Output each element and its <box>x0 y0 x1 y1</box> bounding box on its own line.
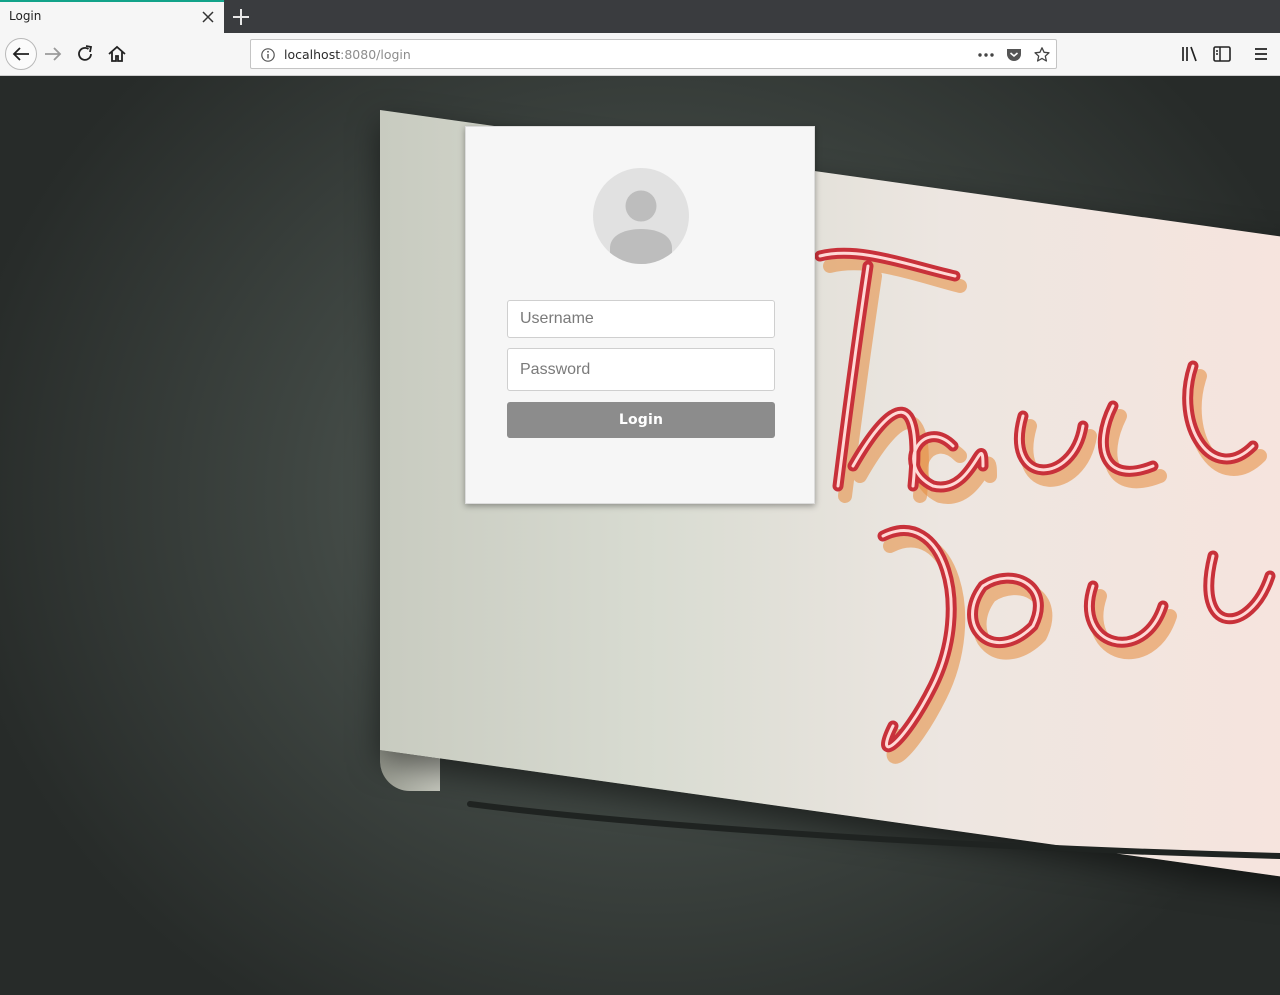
more-dots-icon[interactable] <box>976 47 996 63</box>
navigation-toolbar: localhost:8080/login <box>0 33 1280 76</box>
avatar <box>593 168 689 264</box>
reload-icon[interactable] <box>73 42 97 66</box>
tab-close-icon[interactable] <box>200 9 216 25</box>
login-button[interactable]: Login <box>507 402 775 438</box>
avatar-icon <box>610 190 672 264</box>
hamburger-menu-icon[interactable] <box>1249 42 1273 66</box>
pocket-icon[interactable] <box>1005 46 1023 64</box>
info-icon[interactable] <box>260 47 276 63</box>
url-path: :8080/login <box>340 47 411 62</box>
sidebar-icon[interactable] <box>1210 42 1234 66</box>
tab-strip: Login <box>0 0 1280 33</box>
url-host: localhost <box>284 47 341 62</box>
bookmark-star-icon[interactable] <box>1033 46 1051 64</box>
username-input[interactable] <box>507 300 775 338</box>
forward-arrow-icon[interactable] <box>41 42 65 66</box>
back-arrow-icon <box>12 47 29 61</box>
login-card: Login <box>465 126 815 504</box>
tab-title: Login <box>9 9 42 23</box>
active-tab[interactable]: Login <box>0 0 224 33</box>
new-tab-icon[interactable] <box>230 6 252 28</box>
back-button[interactable] <box>5 38 37 70</box>
page-viewport: Login <box>0 76 1280 995</box>
url-text[interactable]: localhost:8080/login <box>284 47 411 62</box>
library-icon[interactable] <box>1178 42 1202 66</box>
home-icon[interactable] <box>105 42 129 66</box>
password-input[interactable] <box>507 348 775 391</box>
url-bar[interactable]: localhost:8080/login <box>250 39 1057 69</box>
